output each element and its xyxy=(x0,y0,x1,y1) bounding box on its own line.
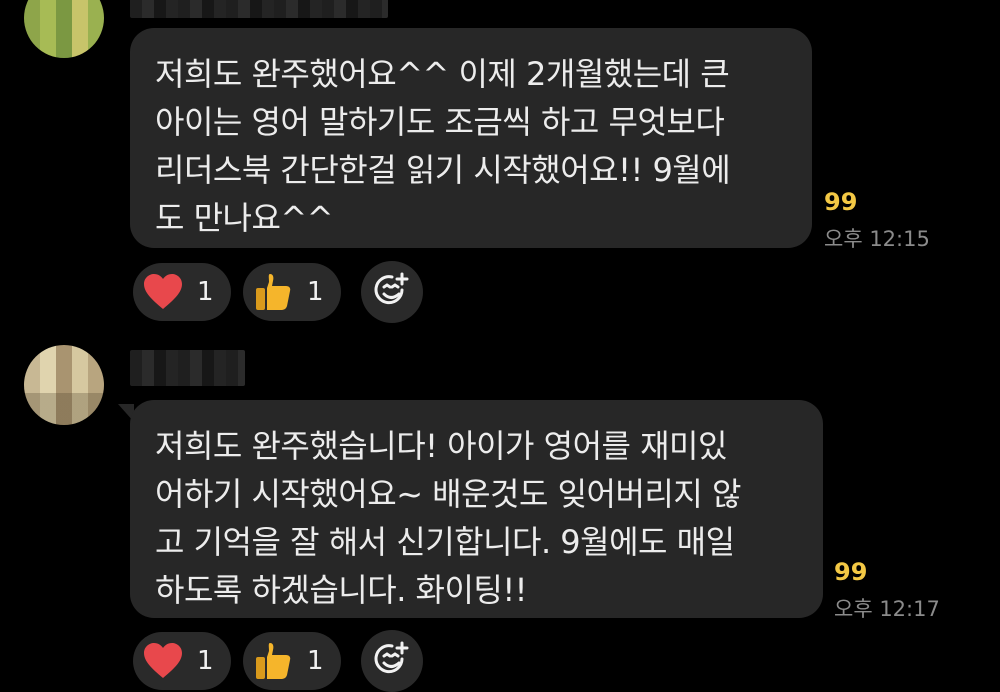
sender-name-blurred xyxy=(130,350,245,386)
thumbs-up-icon xyxy=(253,641,293,681)
heart-icon xyxy=(143,272,183,312)
reaction-thumbs-up[interactable]: 1 xyxy=(243,263,341,321)
message-bubble[interactable]: 저희도 완주했습니다! 아이가 영어를 재미있 어하기 시작했어요~ 배운것도 … xyxy=(130,400,823,618)
message-text-line: 리더스북 간단한걸 읽기 시작했어요!! 9월에 xyxy=(155,151,731,189)
add-reaction-icon xyxy=(372,270,412,314)
message-text-line: 도 만나요^^ xyxy=(155,199,334,237)
message-text-line: 저희도 완주했습니다! 아이가 영어를 재미있 xyxy=(155,427,727,465)
message-text-line: 아이는 영어 말하기도 조금씩 하고 무엇보다 xyxy=(155,103,725,141)
add-reaction-button[interactable] xyxy=(361,630,423,692)
reaction-heart[interactable]: 1 xyxy=(133,632,231,690)
reaction-heart[interactable]: 1 xyxy=(133,263,231,321)
reaction-count: 1 xyxy=(307,646,324,676)
message-bubble[interactable]: 저희도 완주했어요^^ 이제 2개월했는데 큰 아이는 영어 말하기도 조금씩 … xyxy=(130,28,812,248)
message-text-line: 하도록 하겠습니다. 화이팅!! xyxy=(155,571,528,609)
unread-count: 99 xyxy=(824,188,858,216)
sender-avatar[interactable] xyxy=(24,345,104,425)
sender-avatar[interactable] xyxy=(24,0,104,58)
unread-count: 99 xyxy=(834,558,868,586)
message-text-line: 어하기 시작했어요~ 배운것도 잊어버리지 않 xyxy=(155,475,741,513)
reaction-count: 1 xyxy=(197,277,214,307)
message-time: 오후 12:15 xyxy=(824,227,930,251)
sender-name-blurred xyxy=(130,0,388,18)
message-text-line: 저희도 완주했어요^^ 이제 2개월했는데 큰 xyxy=(155,55,730,93)
reaction-thumbs-up[interactable]: 1 xyxy=(243,632,341,690)
heart-icon xyxy=(143,641,183,681)
message-text-line: 고 기억을 잘 해서 신기합니다. 9월에도 매일 xyxy=(155,523,735,561)
thumbs-up-icon xyxy=(253,272,293,312)
reaction-count: 1 xyxy=(307,277,324,307)
add-reaction-button[interactable] xyxy=(361,261,423,323)
reaction-count: 1 xyxy=(197,646,214,676)
add-reaction-icon xyxy=(372,639,412,683)
message-time: 오후 12:17 xyxy=(834,597,940,621)
